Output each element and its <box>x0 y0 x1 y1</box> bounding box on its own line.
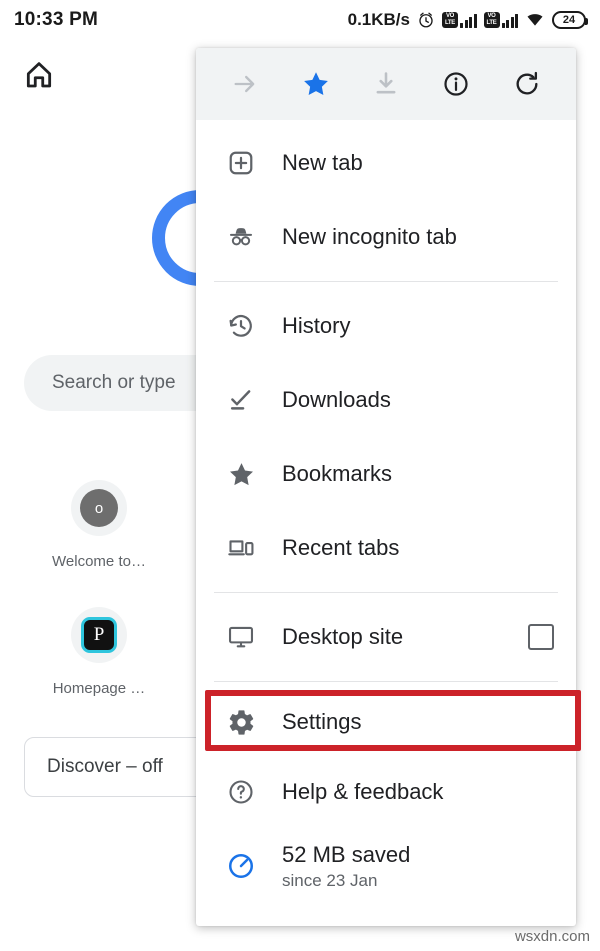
info-circle-icon[interactable] <box>432 60 480 108</box>
menu-item-history[interactable]: History <box>196 289 576 363</box>
status-bar-indicators: 0.1KB/s VO LTE VO LTE 24 <box>347 10 588 30</box>
sim2-signal-bars-icon <box>501 12 518 28</box>
download-icon[interactable] <box>362 60 410 108</box>
menu-item-label: Recent tabs <box>282 535 400 560</box>
menu-item-data-saver[interactable]: 52 MB saved since 23 Jan <box>196 829 576 903</box>
desktop-monitor-icon <box>222 623 260 651</box>
network-speed-text: 0.1KB/s <box>347 10 410 29</box>
menu-item-new-incognito-tab[interactable]: New incognito tab <box>196 200 576 274</box>
menu-item-label: New tab <box>282 150 363 175</box>
menu-divider <box>214 281 558 282</box>
chrome-overflow-menu: New tab New incognito tab History Downlo… <box>196 48 576 926</box>
menu-item-label: Downloads <box>282 387 391 412</box>
menu-item-label: Desktop site <box>282 624 404 649</box>
downloads-check-icon <box>222 386 260 414</box>
menu-item-recent-tabs[interactable]: Recent tabs <box>196 511 576 585</box>
sim2-volte-bottom: LTE <box>486 20 497 26</box>
data-saver-title: 52 MB saved <box>282 841 411 867</box>
wifi-icon <box>527 14 543 26</box>
sim1-volte-indicator: VO LTE <box>442 12 477 28</box>
menu-item-label: Settings <box>282 709 362 734</box>
recent-tabs-icon <box>222 534 260 562</box>
reload-icon[interactable] <box>503 60 551 108</box>
status-bar: 10:33 PM 0.1KB/s VO LTE VO LTE 24 <box>0 0 600 40</box>
history-icon <box>222 312 260 340</box>
sim1-volte-top: VO <box>445 13 455 19</box>
data-saver-text: 52 MB saved since 23 Jan <box>282 840 410 893</box>
battery-indicator: 24 <box>552 11 588 29</box>
gear-icon <box>222 708 260 737</box>
tile-avatar: o <box>71 480 127 536</box>
tile-label: Welcome to… <box>52 553 146 570</box>
menu-item-help-feedback[interactable]: Help & feedback <box>196 755 576 829</box>
sim1-signal-bars-icon <box>460 12 477 28</box>
star-icon <box>222 460 260 489</box>
star-filled-icon[interactable] <box>292 60 340 108</box>
menu-item-settings[interactable]: Settings <box>196 689 576 755</box>
menu-item-bookmarks[interactable]: Bookmarks <box>196 437 576 511</box>
menu-item-label: History <box>282 313 351 338</box>
status-bar-clock: 10:33 PM <box>14 9 98 30</box>
tile-avatar: P <box>71 607 127 663</box>
watermark: wsxdn.com <box>514 928 590 945</box>
data-saver-speedometer-icon <box>222 851 260 881</box>
incognito-icon <box>222 223 260 251</box>
sim2-volte-badge: VO LTE <box>483 12 500 28</box>
avatar-initial: o <box>80 489 118 527</box>
data-saver-subtitle: since 23 Jan <box>282 870 378 890</box>
phone-screen: 10:33 PM 0.1KB/s VO LTE VO LTE 24 Search… <box>0 0 600 951</box>
alarm-clock-icon <box>419 12 433 28</box>
home-icon[interactable] <box>22 58 56 90</box>
shortcut-tile[interactable]: o Welcome to… <box>40 480 158 570</box>
new-tab-icon <box>222 149 260 177</box>
menu-item-desktop-site[interactable]: Desktop site <box>196 600 576 674</box>
desktop-site-checkbox[interactable] <box>528 624 554 650</box>
tile-label: Homepage … <box>52 680 146 697</box>
sim2-volte-top: VO <box>487 13 496 19</box>
menu-divider <box>214 592 558 593</box>
menu-divider <box>214 681 558 682</box>
avatar-initial: P <box>81 617 117 653</box>
battery-percent: 24 <box>562 14 576 26</box>
menu-item-downloads[interactable]: Downloads <box>196 363 576 437</box>
help-circle-icon <box>222 778 260 806</box>
forward-arrow-icon[interactable] <box>221 60 269 108</box>
menu-item-new-tab[interactable]: New tab <box>196 126 576 200</box>
menu-item-label: New incognito tab <box>282 224 457 249</box>
sim2-volte-indicator: VO LTE <box>483 12 518 28</box>
sim1-volte-badge: VO LTE <box>442 12 458 28</box>
menu-item-list: New tab New incognito tab History Downlo… <box>196 120 576 903</box>
sim1-volte-bottom: LTE <box>445 20 455 26</box>
menu-item-label: Help & feedback <box>282 779 444 804</box>
menu-header-actions <box>196 48 576 120</box>
shortcut-tile[interactable]: P Homepage … <box>40 607 158 697</box>
menu-item-label: Bookmarks <box>282 461 393 486</box>
